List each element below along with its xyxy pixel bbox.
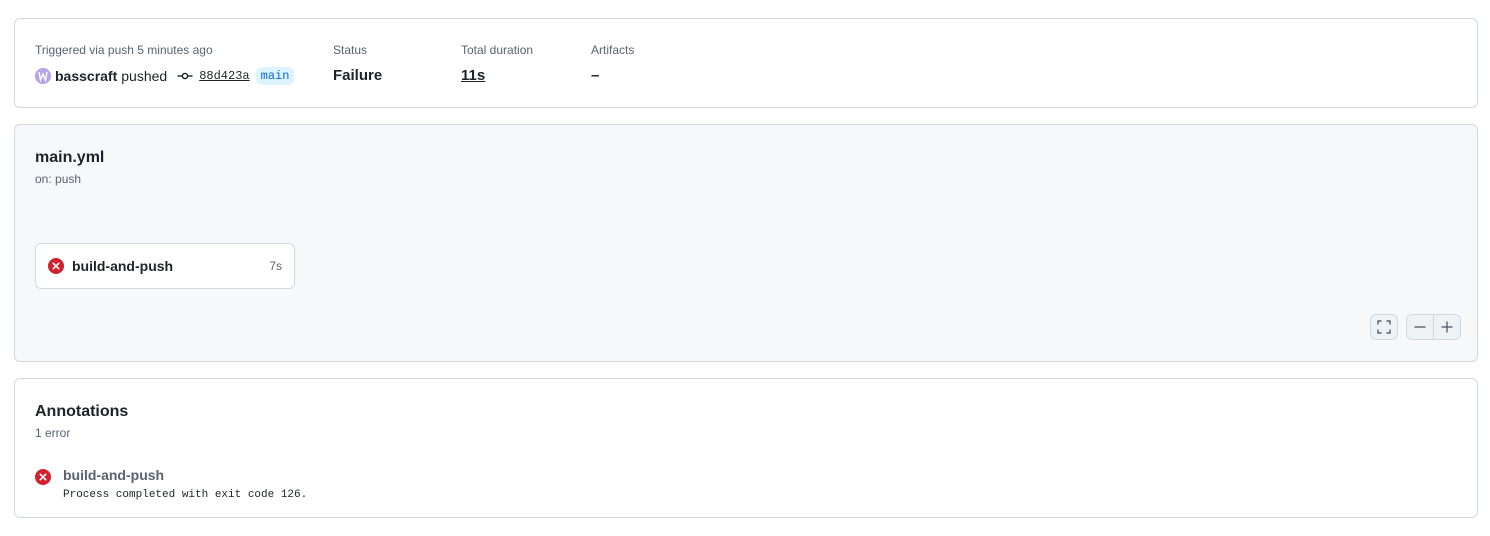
trigger-column: Triggered via push 5 minutes ago basscra…: [35, 42, 295, 85]
duration-link[interactable]: 11s: [461, 66, 485, 86]
fullscreen-button[interactable]: [1370, 314, 1398, 340]
status-column: Status Failure: [333, 42, 382, 84]
artifacts-value: –: [591, 67, 600, 84]
avatar-icon: [35, 68, 51, 84]
trigger-label: Triggered via push 5 minutes ago: [35, 43, 213, 57]
trigger-details: basscraft pushed 88d423a main: [35, 66, 295, 86]
zoom-out-button[interactable]: [1407, 315, 1433, 339]
job-card-build-and-push[interactable]: build-and-push 7s: [35, 243, 295, 289]
annotations-card: Annotations 1 error build-and-push Proce…: [14, 378, 1478, 518]
annotations-title: Annotations: [35, 403, 129, 420]
x-circle-icon: [48, 258, 64, 274]
action-text: pushed: [121, 68, 168, 84]
x-circle-icon: [35, 469, 51, 485]
status-value: Failure: [333, 67, 383, 84]
status-label: Status: [333, 43, 368, 57]
branch-label[interactable]: main: [255, 67, 295, 85]
duration-label: Total duration: [461, 43, 534, 57]
annotation-job-link[interactable]: build-and-push: [63, 467, 164, 483]
commit-icon: [177, 72, 193, 80]
avatar[interactable]: [35, 68, 51, 84]
zoom-in-button[interactable]: [1434, 315, 1460, 339]
zoom-in-icon: [1441, 321, 1453, 333]
workflow-trigger: on: push: [35, 172, 82, 186]
zoom-out-icon: [1414, 326, 1426, 328]
workflow-file-name: main.yml: [35, 149, 105, 166]
artifacts-label: Artifacts: [591, 43, 635, 57]
commit-sha-link[interactable]: 88d423a: [199, 66, 249, 86]
workflow-graph-card: main.yml on: push build-and-push 7s: [14, 124, 1478, 362]
fullscreen-icon: [1377, 320, 1391, 334]
annotation-message: Process completed with exit code 126.: [63, 489, 308, 501]
job-duration: 7s: [269, 259, 282, 273]
actor-name[interactable]: basscraft: [55, 66, 117, 86]
artifacts-column: Artifacts –: [591, 42, 635, 84]
zoom-controls: [1406, 314, 1461, 340]
job-name: build-and-push: [72, 258, 174, 274]
annotations-count: 1 error: [35, 426, 71, 440]
duration-column: Total duration 11s: [461, 42, 534, 84]
run-summary-card: Triggered via push 5 minutes ago basscra…: [14, 18, 1478, 108]
